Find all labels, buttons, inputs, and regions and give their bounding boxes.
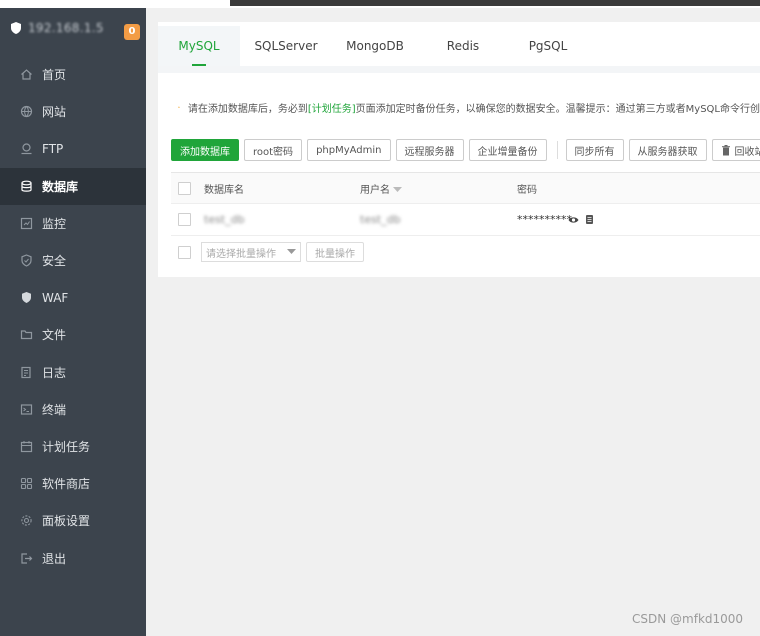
chevron-down-icon — [287, 249, 296, 254]
batch-select-checkbox[interactable] — [178, 245, 191, 259]
sidebar-item-home[interactable]: 首页 — [0, 56, 146, 93]
sidebar-header: 192.168.1.5 0 — [0, 8, 146, 48]
tabs-divider — [158, 66, 760, 73]
grid-icon — [19, 477, 33, 491]
column-header-username-label: 用户名 — [360, 184, 390, 196]
calendar-icon — [19, 439, 33, 453]
tab-pgsql[interactable]: PgSQL — [508, 26, 588, 66]
sidebar-item-label: 终端 — [42, 402, 67, 417]
tab-mongodb[interactable]: MongoDB — [332, 26, 418, 66]
folder-icon — [19, 328, 33, 342]
gear-icon — [19, 514, 33, 528]
username-cell: test_db — [360, 213, 401, 226]
sidebar: 192.168.1.5 0 首页 网站 FTP 数据库 监控 安全 WAF 文件… — [0, 8, 146, 636]
home-icon — [19, 68, 33, 82]
sidebar-item-settings[interactable]: 面板设置 — [0, 502, 146, 539]
sidebar-item-label: FTP — [42, 141, 64, 156]
copy-icon[interactable] — [585, 214, 594, 225]
logout-icon — [19, 551, 33, 565]
column-header-db-name[interactable]: 数据库名 — [204, 181, 244, 196]
backup-notice: 请在添加数据库后，务必到 [计划任务] 页面添加定时备份任务，以确保您的数据安全。温… — [158, 92, 760, 122]
sidebar-item-label: 日志 — [42, 365, 67, 380]
sidebar-item-app-store[interactable]: 软件商店 — [0, 465, 146, 502]
sidebar-item-terminal[interactable]: 终端 — [0, 391, 146, 428]
watermark: CSDN @mfkd1000 — [632, 612, 744, 626]
password-tools — [568, 214, 594, 225]
monitor-icon — [19, 216, 33, 230]
sidebar-item-files[interactable]: 文件 — [0, 316, 146, 353]
row-checkbox[interactable] — [178, 213, 191, 226]
sidebar-item-logout[interactable]: 退出 — [0, 539, 146, 576]
terminal-icon — [19, 402, 33, 416]
server-icon — [11, 22, 21, 34]
recycle-bin-label: 回收站 — [734, 146, 760, 158]
sync-all-button[interactable]: 同步所有 — [565, 139, 624, 161]
sidebar-item-label: 监控 — [42, 216, 67, 231]
notice-text-before: 请在添加数据库后，务必到 — [187, 103, 308, 115]
warning-icon — [178, 106, 180, 108]
sidebar-item-label: 面板设置 — [42, 514, 91, 529]
eye-icon[interactable] — [568, 216, 579, 224]
enterprise-backup-button[interactable]: 企业增量备份 — [468, 139, 547, 161]
database-type-tabs: MySQL SQLServer MongoDB Redis PgSQL — [158, 22, 760, 66]
sidebar-item-ftp[interactable]: FTP — [0, 130, 146, 167]
sidebar-item-label: 首页 — [42, 68, 67, 83]
database-panel: MySQL SQLServer MongoDB Redis PgSQL 请在添加… — [158, 22, 760, 277]
database-icon — [19, 179, 33, 193]
column-header-password: 密码 — [517, 184, 537, 196]
waf-shield-icon — [19, 291, 33, 305]
log-icon — [19, 365, 33, 379]
batch-operation-bar: 请选择批量操作 批量操作 — [171, 241, 369, 263]
sidebar-nav: 首页 网站 FTP 数据库 监控 安全 WAF 文件 日志 终端 计划任务 软件… — [0, 56, 146, 577]
sidebar-item-label: WAF — [42, 290, 69, 305]
db-name-cell[interactable]: test_db — [204, 213, 245, 226]
window-top-bar — [230, 0, 760, 6]
ftp-icon — [19, 142, 33, 156]
sidebar-item-websites[interactable]: 网站 — [0, 93, 146, 130]
batch-operation-button[interactable]: 批量操作 — [306, 242, 364, 262]
phpmyadmin-button[interactable]: phpMyAdmin — [307, 139, 391, 161]
password-cell: ********** — [517, 213, 572, 226]
notice-text-after: 页面添加定时备份任务，以确保您的数据安全。温馨提示：通过第三方或者MySQL命令… — [355, 103, 760, 115]
fetch-from-server-button[interactable]: 从服务器获取 — [628, 139, 707, 161]
trash-icon — [721, 144, 730, 155]
toolbar-divider — [556, 141, 558, 159]
root-password-button[interactable]: root密码 — [244, 139, 303, 161]
sidebar-item-label: 网站 — [42, 105, 67, 120]
batch-operation-select[interactable]: 请选择批量操作 — [201, 242, 301, 262]
database-table: 数据库名 用户名 密码 test_db test_db ********** — [171, 172, 760, 236]
sidebar-item-waf[interactable]: WAF — [0, 279, 146, 316]
cron-link[interactable]: [计划任务] — [308, 100, 356, 115]
sidebar-item-label: 安全 — [42, 254, 67, 269]
column-header-username[interactable]: 用户名 — [360, 181, 402, 196]
add-database-button[interactable]: 添加数据库 — [171, 139, 239, 161]
tab-mysql[interactable]: MySQL — [158, 26, 240, 66]
select-all-checkbox[interactable] — [178, 181, 191, 195]
sidebar-item-logs[interactable]: 日志 — [0, 354, 146, 391]
sidebar-item-label: 计划任务 — [42, 439, 91, 454]
tab-redis[interactable]: Redis — [418, 26, 508, 66]
sidebar-item-database[interactable]: 数据库 — [0, 167, 146, 205]
tab-sqlserver[interactable]: SQLServer — [240, 26, 332, 66]
window-top-strip — [0, 0, 760, 8]
batch-select-placeholder: 请选择批量操作 — [206, 248, 276, 260]
notification-badge[interactable]: 0 — [124, 24, 140, 40]
sidebar-item-monitor[interactable]: 监控 — [0, 205, 146, 242]
sidebar-item-security[interactable]: 安全 — [0, 242, 146, 279]
sidebar-item-label: 退出 — [42, 551, 67, 566]
shield-icon — [19, 254, 33, 268]
sidebar-item-label: 文件 — [42, 328, 67, 343]
sidebar-item-cron[interactable]: 计划任务 — [0, 428, 146, 465]
server-name: 192.168.1.5 — [28, 21, 104, 35]
sidebar-item-label: 数据库 — [42, 179, 79, 194]
table-row: test_db test_db ********** — [171, 204, 760, 236]
recycle-bin-button[interactable]: 回收站 — [711, 139, 760, 161]
globe-icon — [19, 105, 33, 119]
remote-server-button[interactable]: 远程服务器 — [395, 139, 464, 161]
table-header: 数据库名 用户名 密码 — [171, 173, 760, 204]
database-toolbar: 添加数据库 root密码 phpMyAdmin 远程服务器 企业增量备份 同步所… — [171, 138, 760, 162]
sort-down-icon — [393, 186, 402, 192]
sidebar-item-label: 软件商店 — [42, 477, 91, 492]
